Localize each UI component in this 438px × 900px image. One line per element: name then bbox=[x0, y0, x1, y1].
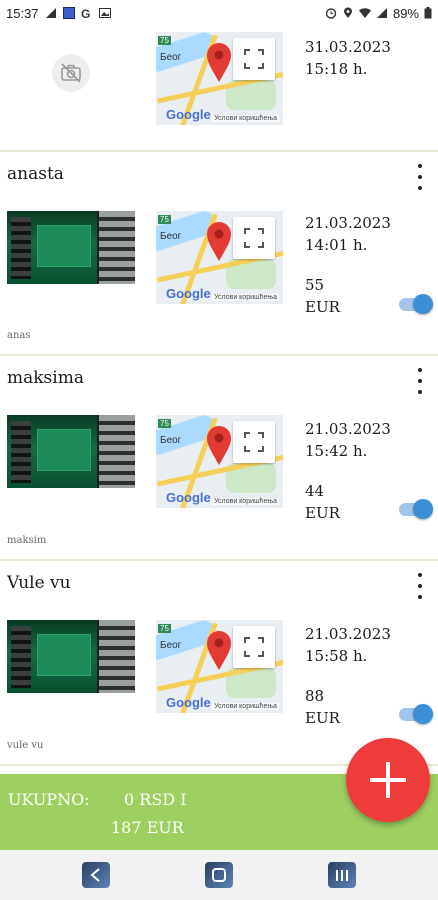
fullscreen-button[interactable] bbox=[233, 421, 275, 463]
entry-note: anas bbox=[7, 330, 31, 341]
entry-card[interactable]: 75 Беог Google Услови коришћења 31.03.20… bbox=[0, 26, 438, 152]
google-logo: Google bbox=[166, 107, 211, 122]
map-pin-icon bbox=[207, 43, 231, 82]
entry-photo[interactable] bbox=[7, 211, 135, 284]
map-pin-icon bbox=[207, 222, 231, 261]
nav-home-button[interactable] bbox=[205, 862, 233, 888]
fullscreen-button[interactable] bbox=[233, 38, 275, 80]
entry-amount: 44 EUR bbox=[305, 482, 340, 522]
location-map[interactable]: 75 Беог Google Услови коришћења bbox=[156, 211, 283, 304]
total-eur: 187 EUR bbox=[111, 818, 184, 837]
more-options-button[interactable] bbox=[412, 164, 428, 190]
entry-date: 21.03.2023 14:01 h. bbox=[305, 214, 391, 254]
google-logo: Google bbox=[166, 490, 211, 505]
more-options-button[interactable] bbox=[412, 573, 428, 599]
entries-list[interactable]: 75 Беог Google Услови коришћења 31.03.20… bbox=[0, 26, 438, 774]
status-time: 15:37 bbox=[6, 5, 39, 21]
app-icon bbox=[62, 7, 75, 19]
map-terms-link[interactable]: Услови коришћења bbox=[212, 498, 279, 505]
road-shield: 75 bbox=[158, 215, 171, 224]
signal-x-icon bbox=[45, 8, 56, 18]
g-icon: G bbox=[81, 7, 90, 19]
map-terms-link[interactable]: Услови коришћења bbox=[212, 703, 279, 710]
map-city-label: Беог bbox=[160, 52, 182, 63]
google-logo: Google bbox=[166, 695, 211, 710]
nav-back-button[interactable] bbox=[82, 862, 110, 888]
wifi-icon bbox=[358, 8, 371, 18]
location-map[interactable]: 75 Беог Google Услови коришћења bbox=[156, 415, 283, 508]
entry-date: 21.03.2023 15:42 h. bbox=[305, 420, 391, 460]
fullscreen-icon bbox=[244, 49, 264, 69]
location-map[interactable]: 75 Беог Google Услови коришћења bbox=[156, 32, 283, 125]
back-icon bbox=[90, 868, 100, 882]
no-photo-icon bbox=[52, 54, 90, 92]
fullscreen-button[interactable] bbox=[233, 626, 275, 668]
more-options-button[interactable] bbox=[412, 368, 428, 394]
image-icon bbox=[98, 8, 111, 18]
entry-amount: 55 EUR bbox=[305, 276, 340, 316]
recents-icon bbox=[336, 870, 348, 881]
fullscreen-icon bbox=[244, 637, 264, 657]
entry-note: vule vu bbox=[7, 740, 44, 751]
entry-amount: 88 EUR bbox=[305, 687, 340, 727]
map-city-label: Беог bbox=[160, 640, 182, 651]
fullscreen-button[interactable] bbox=[233, 217, 275, 259]
location-icon bbox=[343, 7, 352, 18]
map-city-label: Беог bbox=[160, 435, 182, 446]
entry-title: Vule vu bbox=[7, 573, 71, 593]
total-rsd: 0 RSD I bbox=[124, 790, 187, 809]
location-map[interactable]: 75 Беог Google Услови коришћења bbox=[156, 620, 283, 713]
entry-note: maksim bbox=[7, 535, 47, 546]
entry-card[interactable]: anasta 75 Беог Google Услови коришћења 2… bbox=[0, 152, 438, 356]
map-city-label: Беог bbox=[160, 231, 182, 242]
google-logo: Google bbox=[166, 286, 211, 301]
entry-date: 31.03.2023 15:18 h. bbox=[305, 38, 391, 78]
entry-card[interactable]: maksima 75 Беог Google Услови коришћења … bbox=[0, 356, 438, 561]
entry-title: anasta bbox=[7, 164, 64, 184]
entry-photo[interactable] bbox=[7, 620, 135, 693]
alarm-icon bbox=[325, 8, 337, 19]
road-shield: 75 bbox=[158, 36, 171, 45]
add-entry-button[interactable] bbox=[346, 738, 430, 822]
fullscreen-icon bbox=[244, 228, 264, 248]
map-terms-link[interactable]: Услови коришћења bbox=[212, 115, 279, 122]
entry-date: 21.03.2023 15:58 h. bbox=[305, 625, 391, 665]
map-terms-link[interactable]: Услови коришћења bbox=[212, 294, 279, 301]
nav-recents-button[interactable] bbox=[328, 862, 356, 888]
entry-toggle[interactable] bbox=[399, 704, 433, 724]
svg-text:G: G bbox=[81, 7, 90, 19]
entry-photo[interactable] bbox=[7, 415, 135, 488]
battery-level: 89% bbox=[392, 5, 419, 21]
road-shield: 75 bbox=[158, 624, 171, 633]
entry-toggle[interactable] bbox=[399, 499, 433, 519]
battery-icon bbox=[424, 7, 432, 19]
plus-icon bbox=[370, 762, 406, 798]
home-icon bbox=[212, 868, 226, 882]
map-pin-icon bbox=[207, 426, 231, 465]
map-pin-icon bbox=[207, 631, 231, 670]
cell-signal-icon bbox=[376, 8, 387, 18]
fullscreen-icon bbox=[244, 432, 264, 452]
road-shield: 75 bbox=[158, 419, 171, 428]
entry-card[interactable]: Vule vu 75 Беог Google Услови коришћења … bbox=[0, 561, 438, 766]
status-bar: 15:37 G 89% bbox=[0, 0, 438, 26]
entry-title: maksima bbox=[7, 368, 84, 388]
total-label: UKUPNO: bbox=[8, 790, 90, 809]
system-nav-bar bbox=[0, 850, 438, 900]
entry-toggle[interactable] bbox=[399, 294, 433, 314]
